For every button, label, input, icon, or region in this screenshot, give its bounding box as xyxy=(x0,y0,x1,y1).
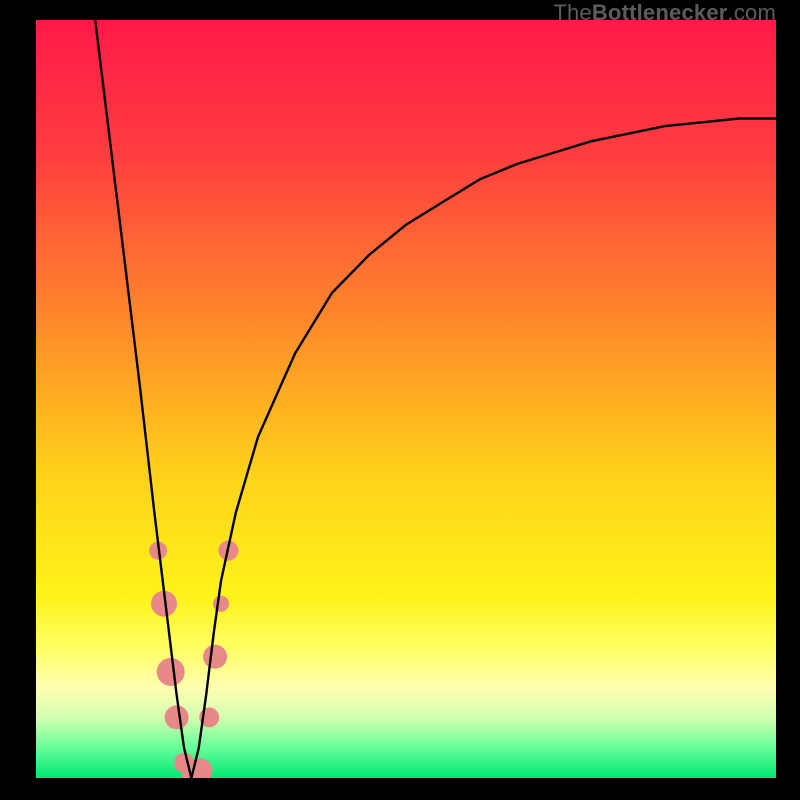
gradient-background xyxy=(36,20,776,778)
plot-area xyxy=(36,20,776,778)
marker-point xyxy=(157,658,185,686)
chart-svg xyxy=(36,20,776,778)
marker-point xyxy=(203,645,227,669)
marker-point xyxy=(165,705,189,729)
chart-frame: TheBottlenecker.com xyxy=(0,0,800,800)
marker-point xyxy=(213,596,229,612)
